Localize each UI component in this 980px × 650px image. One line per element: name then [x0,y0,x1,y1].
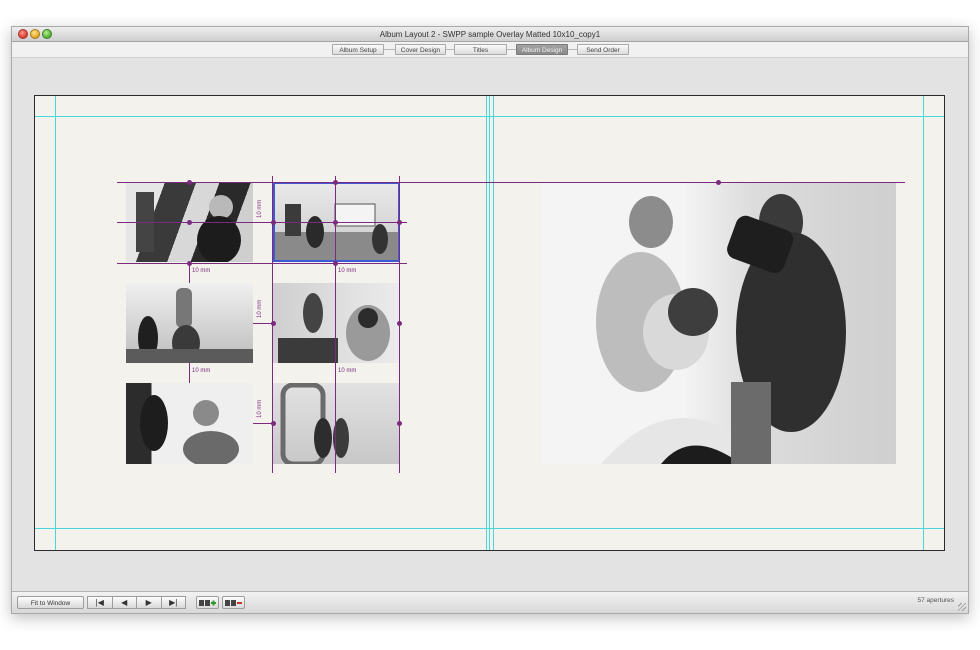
aperture-handle[interactable] [333,261,338,266]
album-layout-window: Album Layout 2 - SWPP sample Overlay Mat… [11,26,969,614]
aperture-handle[interactable] [271,321,276,326]
tab-album-design[interactable]: Album Design [516,44,568,55]
margin-guide[interactable] [35,116,944,117]
next-page-icon[interactable]: ▶ [136,596,162,609]
aperture-handle[interactable] [187,220,192,225]
remove-spread-icon[interactable] [222,596,245,609]
last-page-icon[interactable]: ▶| [160,596,186,609]
margin-guide[interactable] [35,528,944,529]
aperture-handle[interactable] [187,261,192,266]
aperture-handle[interactable] [397,220,402,225]
design-canvas: 10 mm 10 mm 10 mm 10 mm 10 mm 10 mm 10 m… [12,59,968,591]
aperture-guide[interactable] [117,182,905,183]
bottom-toolbar: Fit to Window |◀ ◀ ▶ ▶| 57 apertures [12,591,968,613]
aperture-guide[interactable] [253,323,273,324]
gutter-guide[interactable] [486,96,487,550]
spacing-label: 10 mm [257,399,263,418]
aperture-guide[interactable] [189,263,190,283]
aperture-handle[interactable] [333,220,338,225]
photo-image [280,383,349,464]
tab-cover-design[interactable]: Cover Design [395,44,446,55]
page-navigation: |◀ ◀ ▶ ▶| [87,596,186,609]
photo-image [278,293,390,363]
aperture-guide[interactable] [117,263,407,264]
resize-grip[interactable] [958,603,966,611]
previous-page-icon[interactable]: ◀ [111,596,137,609]
first-page-icon[interactable]: |◀ [87,596,113,609]
aperture-handle[interactable] [716,180,721,185]
aperture-handle[interactable] [271,220,276,225]
aperture-handle[interactable] [397,421,402,426]
margin-guide[interactable] [923,96,924,550]
aperture-handle[interactable] [333,180,338,185]
aperture-guide[interactable] [335,363,336,383]
tab-album-setup[interactable]: Album Setup [332,44,384,55]
title-bar: Album Layout 2 - SWPP sample Overlay Mat… [12,27,968,42]
aperture-handle[interactable] [397,321,402,326]
gutter-guide[interactable] [489,96,490,550]
fit-to-window-button[interactable]: Fit to Window [17,596,84,609]
photo-aperture[interactable] [273,283,400,363]
tab-titles[interactable]: Titles [454,44,507,55]
tab-connector [567,49,577,50]
album-spread[interactable]: 10 mm 10 mm 10 mm 10 mm 10 mm 10 mm 10 m… [34,95,945,551]
aperture-guide[interactable] [253,423,273,424]
spacing-label: 10 mm [338,368,357,374]
spacing-label: 10 mm [192,268,211,274]
aperture-handle[interactable] [187,180,192,185]
photo-aperture[interactable] [126,283,253,363]
spacing-label: 10 mm [192,368,211,374]
spacing-label: 10 mm [257,299,263,318]
aperture-count: 57 apertures [917,597,955,604]
feature-photo-aperture[interactable] [541,182,896,464]
add-spread-icon[interactable] [196,596,219,609]
photo-image [596,194,846,464]
aperture-guide[interactable] [189,363,190,383]
window-title: Album Layout 2 - SWPP sample Overlay Mat… [379,30,601,39]
spacing-label: 10 mm [257,199,263,218]
photo-image [126,288,253,363]
margin-guide[interactable] [55,96,56,550]
aperture-guide[interactable] [117,222,407,223]
aperture-handle[interactable] [271,421,276,426]
photo-image [140,395,239,464]
photo-aperture[interactable] [273,383,400,464]
spacing-label: 10 mm [338,268,357,274]
photo-aperture[interactable] [126,383,253,464]
tab-send-order[interactable]: Send Order [577,44,629,55]
gutter-guide[interactable] [493,96,494,550]
workflow-tabs: Album Setup Cover Design Titles Album De… [12,42,968,58]
